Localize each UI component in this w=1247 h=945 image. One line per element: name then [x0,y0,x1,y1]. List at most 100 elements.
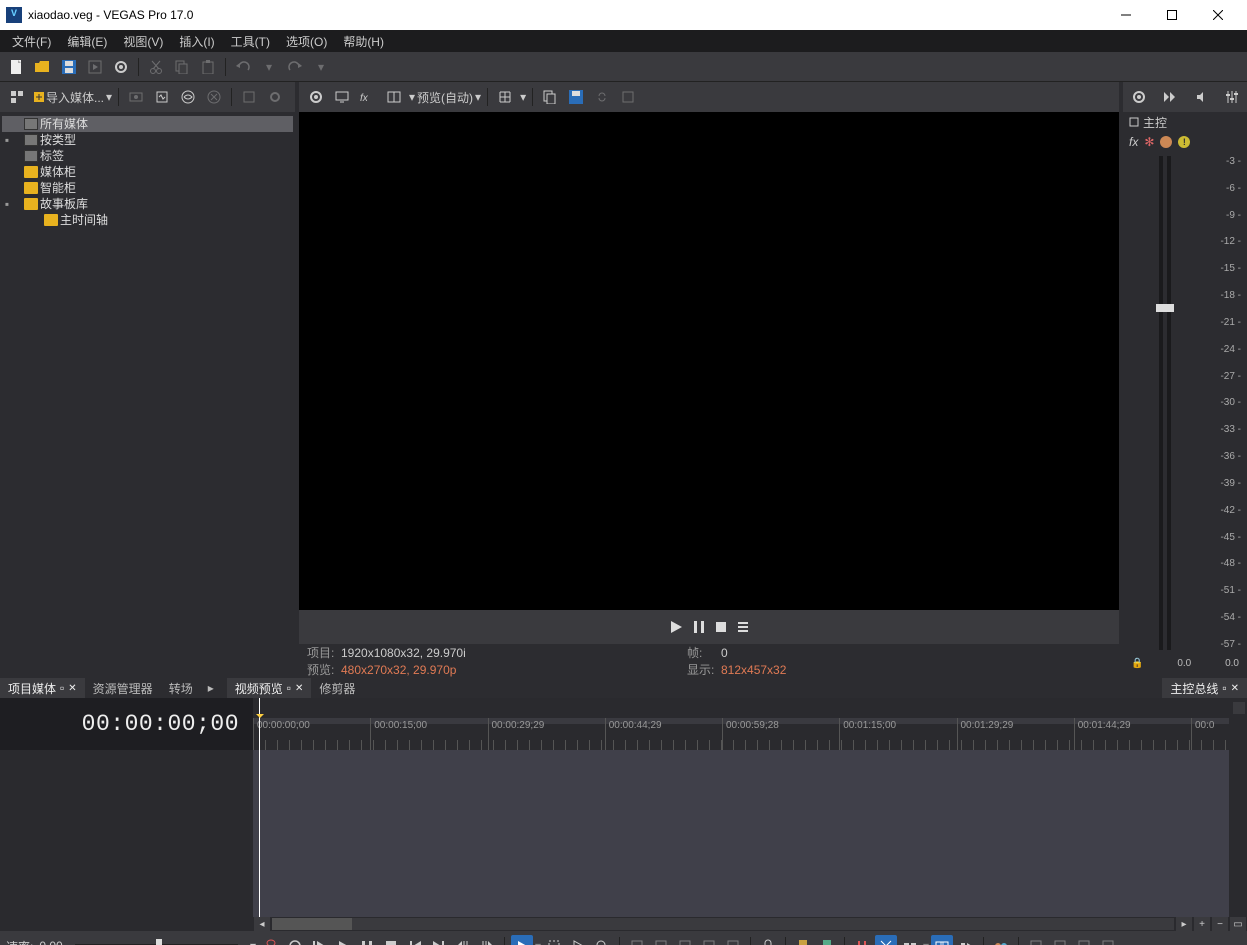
extract-audio-icon[interactable] [151,86,173,108]
save-snapshot-icon[interactable] [565,86,587,108]
fader-right[interactable] [1167,156,1171,650]
minimize-button[interactable] [1103,0,1149,30]
menu-view[interactable]: 视图(V) [115,31,171,52]
stop-button[interactable] [715,621,727,633]
copy-snapshot-icon[interactable] [539,86,561,108]
next-frame-button[interactable] [476,935,498,945]
remove-icon[interactable] [203,86,225,108]
misc-d-button[interactable] [1097,935,1119,945]
tab-video-preview[interactable]: 视频预览▫✕ [227,678,312,698]
scaling-icon[interactable] [617,86,639,108]
tree-media-bin[interactable]: 媒体柜 [2,164,293,180]
mute-icon[interactable] [1160,136,1172,148]
zoom-in[interactable]: + [1194,917,1210,931]
menu-tools[interactable]: 工具(T) [223,31,278,52]
event-fx-button[interactable] [990,935,1012,945]
tab-overflow[interactable]: ▸ [201,678,221,698]
save-button[interactable] [58,56,80,78]
snap-button[interactable] [851,935,873,945]
cut-button[interactable] [145,56,167,78]
go-end-button[interactable] [428,935,450,945]
scroll-left[interactable]: ◂ [254,917,270,931]
capture-icon[interactable] [125,86,147,108]
timecode-display[interactable]: 00:00:00;00 [0,698,253,750]
zoom-fit[interactable]: ▭ [1230,917,1246,931]
misc-b-button[interactable] [1049,935,1071,945]
envelope-tool[interactable] [567,935,589,945]
pause-button[interactable] [693,620,705,634]
external-monitor-icon[interactable] [331,86,353,108]
scroll-thumb[interactable] [272,918,352,930]
zoom-out[interactable]: − [1212,917,1228,931]
undock-icon[interactable]: ▫ [1222,681,1226,695]
timeline-ruler[interactable]: 00:00:00;00 00:00:15;00 00:00:29;29 00:0… [253,698,1229,750]
slip-button[interactable] [722,935,744,945]
overlays-icon[interactable] [494,86,516,108]
paste-button[interactable] [197,56,219,78]
normal-edit-tool[interactable] [511,935,533,945]
collapse-icon[interactable]: ▪ [2,196,12,212]
tree-storyboard[interactable]: ▪故事板库 [2,196,293,212]
copy-button[interactable] [171,56,193,78]
chevron-down-icon[interactable]: ▾ [923,939,929,945]
lock-button[interactable] [757,935,779,945]
fader-grip[interactable] [1164,304,1174,312]
chevron-down-icon[interactable]: ▾ [475,90,481,104]
marker-button[interactable] [792,935,814,945]
menu-file[interactable]: 文件(F) [4,31,59,52]
menu-help[interactable]: 帮助(H) [335,31,392,52]
media-settings-icon[interactable] [264,86,286,108]
stop-button[interactable] [380,935,402,945]
auto-ripple-button[interactable] [899,935,921,945]
quantize-button[interactable] [875,935,897,945]
play-button[interactable] [332,935,354,945]
trim-start-button[interactable] [626,935,648,945]
expand-icon[interactable]: ▪ [2,132,12,148]
play-button[interactable] [669,620,683,634]
tab-master-bus[interactable]: 主控总线▫✕ [1162,678,1247,698]
marker-button[interactable] [1233,702,1245,714]
misc-a-button[interactable] [1025,935,1047,945]
ripple-edit-button[interactable] [955,935,977,945]
track-body[interactable] [253,750,1229,917]
maximize-button[interactable] [1149,0,1195,30]
render-button[interactable] [84,56,106,78]
tab-project-media[interactable]: 项目媒体▫✕ [0,678,85,698]
chevron-down-icon[interactable]: ▾ [535,939,541,945]
menu-edit[interactable]: 编辑(E) [59,31,115,52]
slider-grip[interactable] [156,939,162,945]
skip-icon[interactable] [1163,91,1177,103]
chevron-down-icon[interactable]: ▾ [409,90,415,104]
redo-button[interactable] [284,56,306,78]
scroll-right[interactable]: ▸ [1176,917,1192,931]
video-display[interactable] [299,112,1119,610]
video-fx-icon[interactable]: fx [357,86,379,108]
lock-icon[interactable]: 🔒 [1131,658,1143,669]
auto-crossfade-button[interactable] [931,935,953,945]
lock-aspect-icon[interactable] [591,86,613,108]
undo-button[interactable] [232,56,254,78]
tree-smart-bin[interactable]: 智能柜 [2,180,293,196]
mixer-icon[interactable] [1225,90,1239,104]
close-button[interactable] [1195,0,1241,30]
tab-explorer[interactable]: 资源管理器 [85,678,161,698]
selection-tool[interactable] [543,935,565,945]
close-icon[interactable]: ✕ [68,683,76,694]
track-headers[interactable] [0,750,253,917]
tree-tags[interactable]: 标签 [2,148,293,164]
vscroll-gutter[interactable] [1229,750,1247,917]
zoom-tool[interactable] [591,935,613,945]
loop-button[interactable] [284,935,306,945]
new-button[interactable] [6,56,28,78]
close-icon[interactable]: ✕ [1231,683,1239,694]
menu-options[interactable]: 选项(O) [278,31,335,52]
go-start-button[interactable] [404,935,426,945]
preview-quality-dropdown[interactable]: 预览(自动) [417,89,473,106]
fx-icon[interactable]: fx [1129,135,1138,149]
tree-main-timeline[interactable]: 主时间轴 [2,212,293,228]
tab-transitions[interactable]: 转场 [161,678,201,698]
preview-settings-icon[interactable] [305,86,327,108]
trim-end-button[interactable] [650,935,672,945]
settings-icon[interactable] [1132,90,1146,104]
playhead[interactable] [259,698,260,750]
